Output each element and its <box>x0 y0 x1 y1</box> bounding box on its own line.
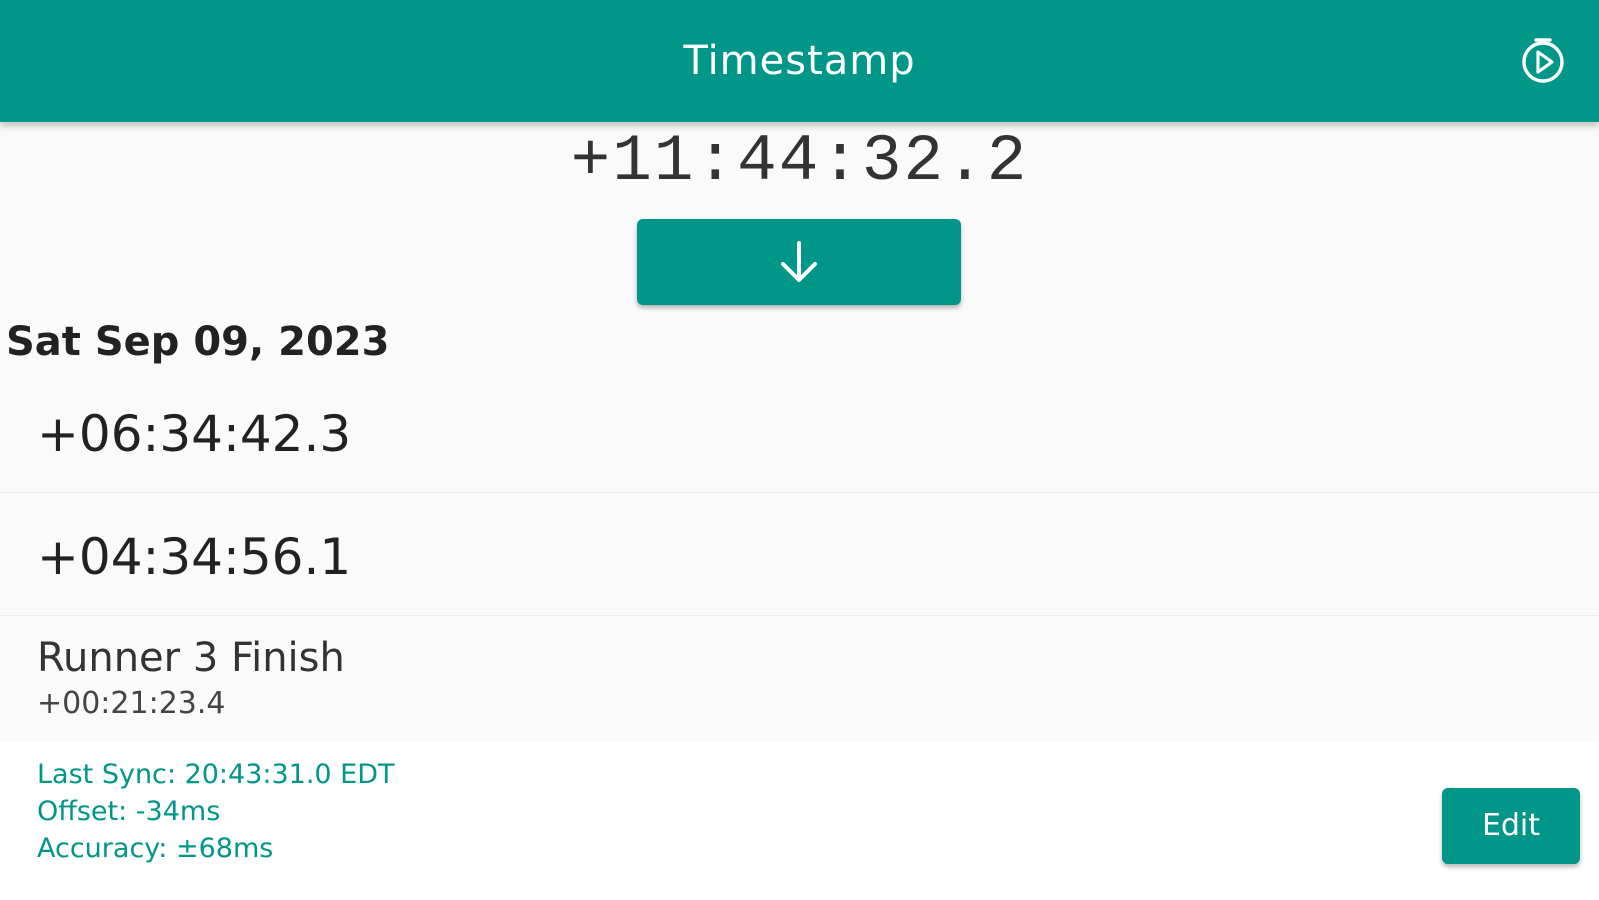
offset-text: Offset: -34ms <box>37 796 221 827</box>
arrow-down-icon <box>781 241 817 282</box>
edit-button[interactable]: Edit <box>1442 788 1580 864</box>
last-sync-text: Last Sync: 20:43:31.0 EDT <box>37 759 395 790</box>
add-timestamp-button[interactable] <box>637 219 961 305</box>
list-item[interactable]: Runner 3 Finish +00:21:23.4 <box>0 616 1599 740</box>
sync-footer: Last Sync: 20:43:31.0 EDT Offset: -34ms … <box>0 742 1599 900</box>
entry-time: +04:34:56.1 <box>37 528 352 586</box>
timer-play-icon[interactable] <box>1518 36 1568 86</box>
app-bar: Timestamp <box>0 0 1599 122</box>
entry-time: +00:21:23.4 <box>37 686 226 721</box>
list-item[interactable]: +06:34:42.3 <box>0 370 1599 493</box>
current-time-display: +11:44:32.2 <box>570 124 1029 199</box>
date-header: Sat Sep 09, 2023 <box>6 319 390 365</box>
app-title: Timestamp <box>683 38 916 84</box>
entry-label: Runner 3 Finish <box>37 635 345 681</box>
sync-info: Last Sync: 20:43:31.0 EDT Offset: -34ms … <box>37 756 395 867</box>
entry-time: +06:34:42.3 <box>37 405 352 463</box>
accuracy-text: Accuracy: ±68ms <box>37 833 274 864</box>
list-item[interactable]: +04:34:56.1 <box>0 493 1599 616</box>
